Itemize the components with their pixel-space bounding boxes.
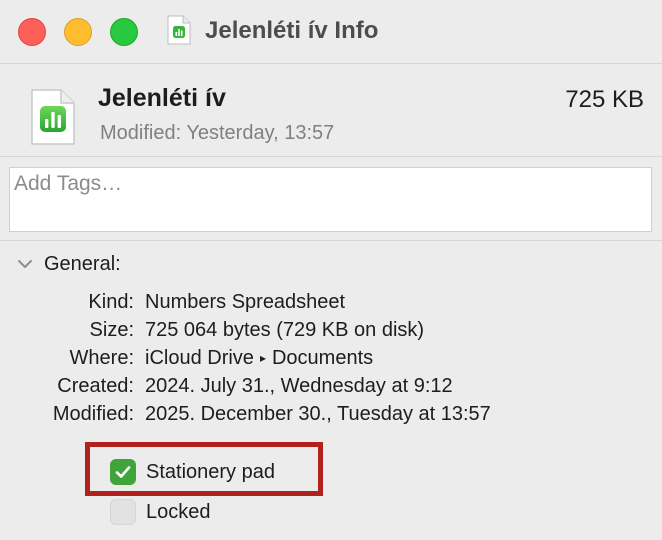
info-value-path: iCloud Drive ▸ Documents [145,347,373,370]
locked-label: Locked [146,500,211,523]
info-key: Where: [69,347,134,369]
info-key: Kind: [88,291,134,313]
title-bar: Jelenléti ív Info [0,0,662,64]
modified-summary: Modified: Yesterday, 13:57 [100,122,334,145]
numbers-document-icon [167,15,191,45]
divider [0,156,662,157]
tags-field[interactable] [9,167,652,232]
divider [0,240,662,241]
zoom-window-button[interactable] [110,18,138,46]
file-name: Jelenléti ív [98,84,226,112]
path-separator-icon: ▸ [259,351,266,365]
checkmark-icon [115,466,131,478]
general-section-label: General: [44,252,121,275]
info-value: Numbers Spreadsheet [145,291,346,313]
info-key: Created: [57,375,134,397]
info-value: 725 064 bytes (729 KB on disk) [145,319,425,341]
numbers-document-icon [31,89,75,145]
window-title: Jelenléti ív Info [205,17,379,44]
modified-label: Modified: [100,122,182,144]
info-key: Size: [89,319,134,341]
modified-value: Yesterday, 13:57 [186,122,335,144]
divider [0,63,662,64]
minimize-window-button[interactable] [64,18,92,46]
general-section-toggle[interactable]: General: [14,250,121,278]
close-window-button[interactable] [18,18,46,46]
stationery-pad-checkbox[interactable] [110,459,136,485]
stationery-pad-option[interactable]: Stationery pad [110,457,275,487]
tags-input[interactable] [14,172,614,196]
chevron-down-icon[interactable] [14,253,36,275]
path-documents[interactable]: Documents [272,347,373,369]
locked-checkbox[interactable] [110,499,136,525]
info-key: Modified: [52,403,134,425]
info-value: 2025. December 30., Tuesday at 13:57 [145,403,491,425]
file-size: 725 KB [565,86,644,113]
locked-option[interactable]: Locked [110,497,211,527]
info-value: 2024. July 31., Wednesday at 9:12 [145,375,453,397]
path-icloud-drive[interactable]: iCloud Drive [145,347,254,369]
stationery-pad-label: Stationery pad [146,460,275,483]
